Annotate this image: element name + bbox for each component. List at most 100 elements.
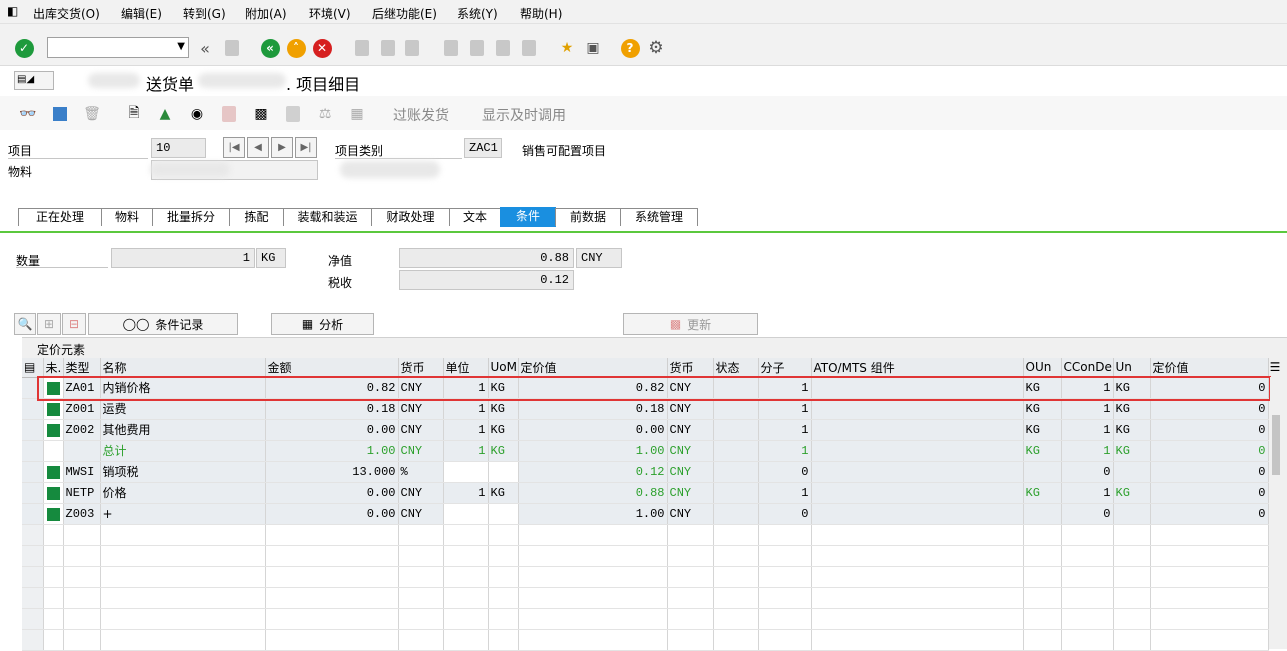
vertical-scrollbar[interactable] — [1270, 377, 1282, 649]
hat-icon[interactable]: ◉ — [187, 104, 207, 124]
cell-currency2[interactable]: CNY — [667, 377, 714, 399]
cell-ato-mts[interactable] — [811, 503, 1024, 525]
col-header-ccon[interactable]: CConDe — [1061, 358, 1114, 378]
exit-icon[interactable]: ˄ — [286, 38, 306, 58]
cell-currency2[interactable]: CNY — [667, 503, 714, 525]
cell-numerator[interactable]: 1 — [758, 398, 812, 420]
cell-status[interactable] — [713, 419, 759, 441]
cell-unit[interactable]: 1 — [443, 419, 489, 441]
cell-unit[interactable] — [443, 503, 489, 525]
cell-oun[interactable]: KG — [1023, 419, 1062, 441]
col-header-status[interactable]: 状态 — [713, 358, 759, 378]
cell-currency[interactable]: CNY — [398, 440, 444, 462]
row-selector[interactable] — [22, 398, 44, 420]
cell-ccon[interactable]: 1 — [1061, 419, 1114, 441]
menu-subsequent[interactable]: 后继功能(E) — [372, 5, 437, 22]
menu-extras[interactable]: 附加(A) — [245, 5, 287, 22]
first-item-icon[interactable]: |◀ — [223, 137, 245, 158]
cell-name[interactable]: 价格 — [100, 482, 266, 504]
tax-field[interactable]: 0.12 — [399, 270, 574, 290]
grid-icon[interactable]: ▦ — [347, 104, 367, 124]
cell-un[interactable]: KG — [1113, 440, 1151, 462]
cell-ccon[interactable]: 0 — [1061, 503, 1114, 525]
document-icon[interactable]: 🗎 — [124, 104, 144, 124]
mountain-icon[interactable]: ▲ — [155, 104, 175, 124]
tab-admin[interactable]: 系统管理 — [620, 208, 698, 226]
cell-name[interactable]: + — [100, 503, 266, 525]
cell-pricing-value[interactable]: 0.82 — [518, 377, 668, 399]
cell-currency[interactable]: CNY — [398, 377, 444, 399]
cell-status[interactable] — [713, 440, 759, 462]
cell-numerator[interactable]: 0 — [758, 503, 812, 525]
tab-predata[interactable]: 前数据 — [555, 208, 621, 226]
cell-uom[interactable] — [488, 503, 519, 525]
row-selector[interactable] — [22, 440, 44, 462]
screen-menu-icon[interactable]: ▤◢ — [14, 71, 54, 90]
cell-unit[interactable]: 1 — [443, 398, 489, 420]
menu-help[interactable]: 帮助(H) — [520, 5, 562, 22]
column-settings-icon[interactable]: ☰ — [1266, 360, 1284, 376]
col-header-un[interactable]: Un — [1113, 358, 1151, 378]
col-header-numerator[interactable]: 分子 — [758, 358, 812, 378]
cell-name[interactable]: 其他费用 — [100, 419, 266, 441]
tab-text[interactable]: 文本 — [449, 208, 501, 226]
quantity-unit-field[interactable]: KG — [256, 248, 286, 268]
table-row[interactable]: ZA01 内销价格 0.82 CNY 1 KG 0.82 CNY 1 KG 1 KG 0 — [22, 377, 1269, 399]
cell-amount[interactable]: 0.00 — [265, 482, 399, 504]
cell-unit[interactable]: 1 — [443, 377, 489, 399]
select-detail-icon[interactable]: 🔍 — [14, 313, 36, 335]
back-icon[interactable]: « — [260, 38, 280, 58]
red-doc-icon[interactable] — [219, 104, 239, 124]
tab-batch-split[interactable]: 批量拆分 — [152, 208, 230, 226]
cell-amount[interactable]: 0.00 — [265, 419, 399, 441]
menu-environment[interactable]: 环境(V) — [309, 5, 351, 22]
cell-type[interactable]: ZA01 — [63, 377, 101, 399]
cell-ato-mts[interactable] — [811, 482, 1024, 504]
scroll-thumb[interactable] — [1272, 415, 1280, 475]
next-item-icon[interactable]: ▶ — [271, 137, 293, 158]
cell-pricing-value2[interactable]: 0 — [1150, 440, 1269, 462]
menu-edit[interactable]: 编辑(E) — [121, 5, 162, 22]
tab-picking[interactable]: 拣配 — [229, 208, 284, 226]
tab-financial[interactable]: 财政处理 — [371, 208, 450, 226]
save-icon[interactable] — [222, 38, 242, 58]
find-next-icon[interactable] — [402, 38, 422, 58]
analysis-button[interactable]: ▦ 分析 — [271, 313, 374, 335]
cell-name[interactable]: 销项税 — [100, 461, 266, 483]
cell-pricing-value2[interactable]: 0 — [1150, 461, 1269, 483]
cell-unit[interactable]: 1 — [443, 482, 489, 504]
help-icon[interactable]: ? — [620, 38, 640, 58]
delete-icon[interactable]: 🗑 — [82, 104, 102, 124]
cell-ato-mts[interactable] — [811, 398, 1024, 420]
cell-uom[interactable] — [488, 461, 519, 483]
new-session-icon[interactable]: ★ — [557, 38, 577, 58]
cell-pricing-value[interactable]: 0.00 — [518, 419, 668, 441]
cell-un[interactable] — [1113, 461, 1151, 483]
cell-name[interactable]: 内销价格 — [100, 377, 266, 399]
row-selector[interactable] — [22, 461, 44, 483]
table-row[interactable]: NETP 价格 0.00 CNY 1 KG 0.88 CNY 1 KG 1 KG 0 — [22, 482, 1269, 504]
delete-row-icon[interactable]: ⊟ — [62, 313, 86, 335]
cell-oun[interactable]: KG — [1023, 398, 1062, 420]
cell-currency2[interactable]: CNY — [667, 419, 714, 441]
cell-type[interactable]: NETP — [63, 482, 101, 504]
col-header-uom[interactable]: UoM — [488, 358, 519, 378]
cell-un[interactable]: KG — [1113, 482, 1151, 504]
cell-ccon[interactable]: 1 — [1061, 398, 1114, 420]
next-page-icon[interactable] — [493, 38, 513, 58]
cell-ato-mts[interactable] — [811, 440, 1024, 462]
cell-oun[interactable]: KG — [1023, 440, 1062, 462]
cell-numerator[interactable]: 1 — [758, 482, 812, 504]
cell-ato-mts[interactable] — [811, 419, 1024, 441]
cell-status[interactable] — [713, 461, 759, 483]
row-selector[interactable] — [22, 503, 44, 525]
table-row[interactable]: MWSI 销项税 13.000% 0.12 CNY 0 0 0 — [22, 461, 1269, 483]
col-header-ato-mts[interactable]: ATO/MTS 组件 — [811, 358, 1024, 378]
page-icon[interactable] — [283, 104, 303, 124]
row-selector[interactable] — [22, 419, 44, 441]
col-header-currency2[interactable]: 货币 — [667, 358, 714, 378]
condition-record-button[interactable]: ◯◯ 条件记录 — [88, 313, 238, 335]
cell-ato-mts[interactable] — [811, 377, 1024, 399]
settings-icon[interactable]: ⚙ — [646, 38, 666, 58]
table-row[interactable]: Z002 其他费用 0.00 CNY 1 KG 0.00 CNY 1 KG 1 KG 0 — [22, 419, 1269, 441]
